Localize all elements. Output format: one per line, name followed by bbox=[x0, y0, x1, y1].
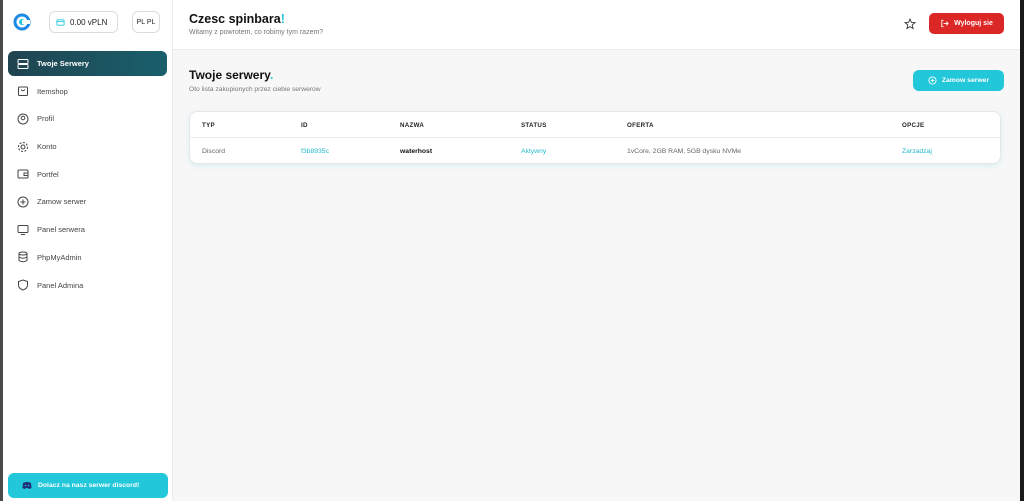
column-header: TYP bbox=[202, 121, 215, 129]
page-subtitle: Witamy z powrotem, co robimy tym razem? bbox=[189, 29, 324, 36]
page-title: Czesc spinbara! bbox=[189, 12, 1004, 26]
star-icon[interactable] bbox=[904, 18, 916, 30]
plus-circle-icon bbox=[17, 196, 29, 208]
sidebar-item-konto[interactable]: Konto bbox=[8, 134, 167, 159]
manage-server-link[interactable]: Zarzadzaj bbox=[902, 138, 932, 164]
server-id-link[interactable]: f3b8935c bbox=[301, 138, 329, 164]
database-icon bbox=[18, 251, 28, 263]
logo-icon[interactable] bbox=[11, 11, 33, 33]
section-title-text: Twoje serwery bbox=[189, 68, 270, 82]
sidebar-item-label: PhpMyAdmin bbox=[37, 252, 82, 262]
wallet-icon bbox=[17, 169, 29, 179]
section-subtitle: Oto lista zakupionych przez ciebie serwe… bbox=[189, 86, 321, 93]
table-row: Discord f3b8935c waterhost Aktywny 1vCor… bbox=[190, 138, 1000, 164]
discord-join-label: Dolacz na nasz serwer discord! bbox=[38, 482, 140, 489]
logout-button[interactable]: Wyloguj sie bbox=[929, 13, 1004, 34]
sidebar-item-itemshop[interactable]: Itemshop bbox=[8, 79, 167, 104]
servers-section: Twoje serwery. Oto lista zakupionych prz… bbox=[173, 50, 1020, 164]
sidebar-header: 0.00 vPLN PL PL bbox=[3, 0, 172, 44]
sidebar-nav: Twoje Serwery Itemshop Profil Konto Port… bbox=[3, 51, 172, 298]
sidebar-item-panel-admina[interactable]: Panel Admina bbox=[8, 273, 167, 298]
shield-icon bbox=[18, 279, 28, 291]
sidebar-item-label: Panel serwera bbox=[37, 225, 85, 235]
sidebar-item-panel-serwera[interactable]: Panel serwera bbox=[8, 217, 167, 242]
column-header: STATUS bbox=[521, 121, 547, 129]
sidebar-item-zamow-serwer[interactable]: Zamow serwer bbox=[8, 189, 167, 214]
sidebar-item-label: Konto bbox=[37, 142, 57, 152]
user-icon bbox=[17, 113, 29, 125]
monitor-icon bbox=[17, 224, 29, 235]
plus-circle-icon bbox=[928, 76, 937, 85]
servers-table: TYP ID NAZWA STATUS OFERTA OPCJE Discord… bbox=[189, 111, 1001, 164]
server-name: waterhost bbox=[400, 147, 433, 155]
sidebar-item-phpmyadmin[interactable]: PhpMyAdmin bbox=[8, 245, 167, 270]
main-content: Czesc spinbara! Witamy z powrotem, co ro… bbox=[173, 0, 1020, 501]
status-badge: Aktywny bbox=[521, 147, 547, 155]
shopping-bag-icon bbox=[18, 86, 28, 97]
table-header: TYP ID NAZWA STATUS OFERTA OPCJE bbox=[190, 112, 1000, 138]
column-header: NAZWA bbox=[400, 121, 425, 129]
wallet-icon bbox=[56, 18, 65, 26]
column-header: OFERTA bbox=[627, 121, 654, 129]
column-header: OPCJE bbox=[902, 121, 925, 129]
sidebar-item-label: Panel Admina bbox=[37, 280, 84, 290]
server-icon bbox=[17, 58, 29, 69]
sidebar-item-label: Twoje Serwery bbox=[37, 59, 89, 68]
server-offer: 1vCore, 2GB RAM, 5GB dysku NVMe bbox=[627, 147, 742, 155]
wallet-balance[interactable]: 0.00 vPLN bbox=[49, 11, 118, 33]
sidebar-item-label: Itemshop bbox=[37, 86, 68, 96]
section-title-accent: . bbox=[269, 68, 274, 82]
logout-icon bbox=[941, 19, 949, 28]
sidebar-item-label: Zamow serwer bbox=[37, 197, 87, 207]
section-title: Twoje serwery. bbox=[189, 68, 1004, 82]
sidebar-item-label: Portfel bbox=[37, 169, 59, 179]
discord-join-button[interactable]: Dolacz na nasz serwer discord! bbox=[8, 473, 168, 498]
sidebar-item-twoje-serwery[interactable]: Twoje Serwery bbox=[8, 51, 167, 76]
window-edge bbox=[1020, 0, 1024, 501]
sidebar-item-profil[interactable]: Profil bbox=[8, 106, 167, 131]
order-server-label: Zamow serwer bbox=[941, 77, 990, 84]
sidebar-item-portfel[interactable]: Portfel bbox=[8, 162, 167, 187]
discord-icon bbox=[22, 482, 32, 489]
column-header: ID bbox=[301, 121, 308, 129]
app-window: 0.00 vPLN PL PL Twoje Serwery Itemshop P… bbox=[3, 0, 1020, 501]
language-selector[interactable]: PL PL bbox=[132, 11, 160, 33]
sidebar-item-label: Profil bbox=[37, 114, 55, 124]
sidebar: 0.00 vPLN PL PL Twoje Serwery Itemshop P… bbox=[3, 0, 173, 501]
gear-icon bbox=[18, 141, 28, 152]
greeting-text: Czesc spinbara bbox=[189, 12, 281, 26]
server-type: Discord bbox=[202, 147, 226, 155]
order-server-button[interactable]: Zamow serwer bbox=[913, 70, 1004, 91]
page-header: Czesc spinbara! Witamy z powrotem, co ro… bbox=[173, 0, 1020, 50]
wallet-amount: 0.00 vPLN bbox=[70, 17, 108, 27]
logout-label: Wyloguj sie bbox=[954, 20, 993, 27]
greeting-accent: ! bbox=[280, 12, 285, 26]
